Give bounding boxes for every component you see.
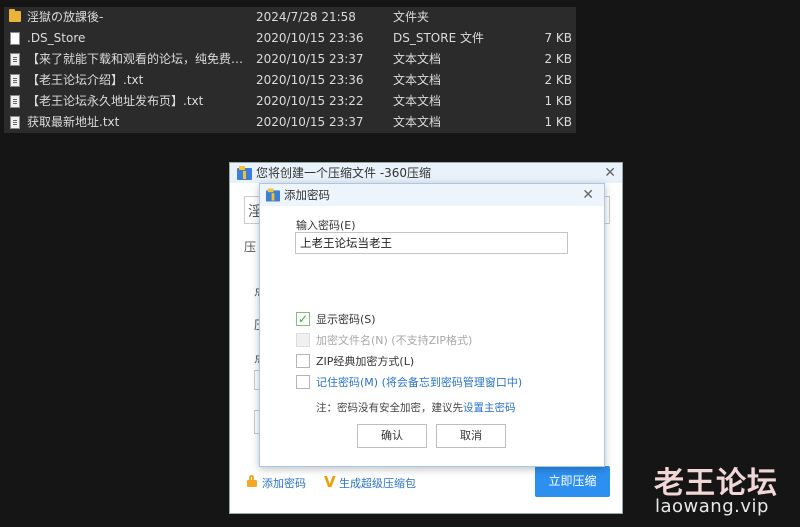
file-name: 淫獄の放課後-: [27, 10, 104, 24]
compress-dialog-title: 您将创建一个压缩文件 -360压缩: [256, 166, 432, 180]
file-type: DS_STORE 文件: [393, 31, 484, 45]
file-row-txt[interactable]: 【老王论坛永久地址发布页】.txt 2020/10/15 23:22 文本文档 …: [4, 91, 576, 112]
compress-dialog-titlebar[interactable]: 您将创建一个压缩文件 -360压缩 ✕: [230, 163, 622, 183]
file-type: 文本文档: [393, 94, 442, 108]
text-file-icon: [10, 116, 20, 129]
file-date: 2020/10/15 23:36: [256, 73, 364, 87]
add-password-dialog: 添加密码 ✕ 输入密码(E) 显示密码(S) 加密文件名(N) (不支持ZIP格…: [259, 183, 605, 467]
file-date: 2024/7/28 21:58: [256, 10, 356, 24]
file-list: 淫獄の放課後- 2024/7/28 21:58 文件夹 .DS_Store 20…: [4, 7, 576, 133]
cancel-button[interactable]: 取消: [436, 424, 506, 448]
add-password-link[interactable]: 添加密码: [262, 475, 306, 491]
super-package-icon: V: [324, 473, 336, 491]
encrypt-filenames-label: 加密文件名(N) (不支持ZIP格式): [316, 334, 473, 347]
security-note-text: 注：密码没有安全加密，建议先: [316, 402, 463, 414]
file-name: 【来了就能下载和观看的论坛，纯免费！...: [27, 52, 247, 66]
close-icon[interactable]: ✕: [604, 163, 616, 183]
ok-button[interactable]: 确认: [357, 424, 427, 448]
file-type: 文件夹: [393, 10, 430, 24]
file-row-txt[interactable]: 【老王论坛介绍】.txt 2020/10/15 23:36 文本文档 2 KB: [4, 70, 576, 91]
file-row-txt[interactable]: 【来了就能下载和观看的论坛，纯免费！... 2020/10/15 23:37 文…: [4, 49, 576, 70]
file-name: 【老王论坛介绍】.txt: [27, 73, 144, 87]
show-password-checkbox[interactable]: [296, 311, 310, 327]
lock-icon: [247, 475, 257, 487]
file-size: 2 KB: [544, 73, 572, 87]
password-input[interactable]: [295, 232, 568, 254]
file-icon: [10, 32, 20, 45]
file-name: 【老王论坛永久地址发布页】.txt: [27, 94, 204, 108]
360zip-logo-icon: [266, 188, 280, 202]
text-file-icon: [10, 74, 20, 87]
text-file-icon: [10, 53, 20, 66]
file-size: 1 KB: [544, 94, 572, 108]
security-note: 注：密码没有安全加密，建议先设置主密码: [316, 400, 516, 415]
folder-icon: [9, 9, 21, 22]
file-size: 1 KB: [544, 115, 572, 129]
remember-password-checkbox[interactable]: [296, 375, 310, 389]
show-password-label: 显示密码(S): [316, 313, 376, 326]
file-date: 2020/10/15 23:36: [256, 31, 364, 45]
360zip-logo-icon: [237, 166, 252, 180]
remember-password-label: 记住密码(M) (将会备忘到密码管理窗口中): [316, 376, 523, 389]
add-password-title: 添加密码: [284, 188, 330, 202]
file-type: 文本文档: [393, 115, 442, 129]
zip-classic-label: ZIP经典加密方式(L): [316, 355, 415, 368]
encrypt-filenames-checkbox: [296, 333, 310, 347]
file-date: 2020/10/15 23:22: [256, 94, 364, 108]
file-name: .DS_Store: [27, 31, 86, 45]
file-type: 文本文档: [393, 52, 442, 66]
text-file-icon: [10, 95, 20, 108]
file-row-folder[interactable]: 淫獄の放課後- 2024/7/28 21:58 文件夹: [4, 7, 576, 28]
file-type: 文本文档: [393, 73, 442, 87]
super-package-link[interactable]: 生成超级压缩包: [339, 475, 416, 491]
option-label-partial: 压: [244, 240, 257, 254]
zip-classic-checkbox[interactable]: [296, 354, 310, 368]
compress-now-button[interactable]: 立即压缩: [535, 466, 610, 497]
file-row-ds-store[interactable]: .DS_Store 2020/10/15 23:36 DS_STORE 文件 7…: [4, 28, 576, 49]
file-row-txt[interactable]: 获取最新地址.txt 2020/10/15 23:37 文本文档 1 KB: [4, 112, 576, 133]
file-size: 2 KB: [544, 52, 572, 66]
file-name: 获取最新地址.txt: [27, 115, 120, 129]
add-password-titlebar[interactable]: 添加密码 ✕: [260, 184, 604, 206]
set-master-password-link[interactable]: 设置主密码: [463, 402, 516, 414]
file-date: 2020/10/15 23:37: [256, 115, 364, 129]
close-icon[interactable]: ✕: [582, 184, 594, 206]
watermark-url: laowang.vip: [655, 496, 769, 517]
file-date: 2020/10/15 23:37: [256, 52, 364, 66]
file-size: 7 KB: [544, 31, 572, 45]
password-input-label: 输入密码(E): [296, 219, 356, 232]
